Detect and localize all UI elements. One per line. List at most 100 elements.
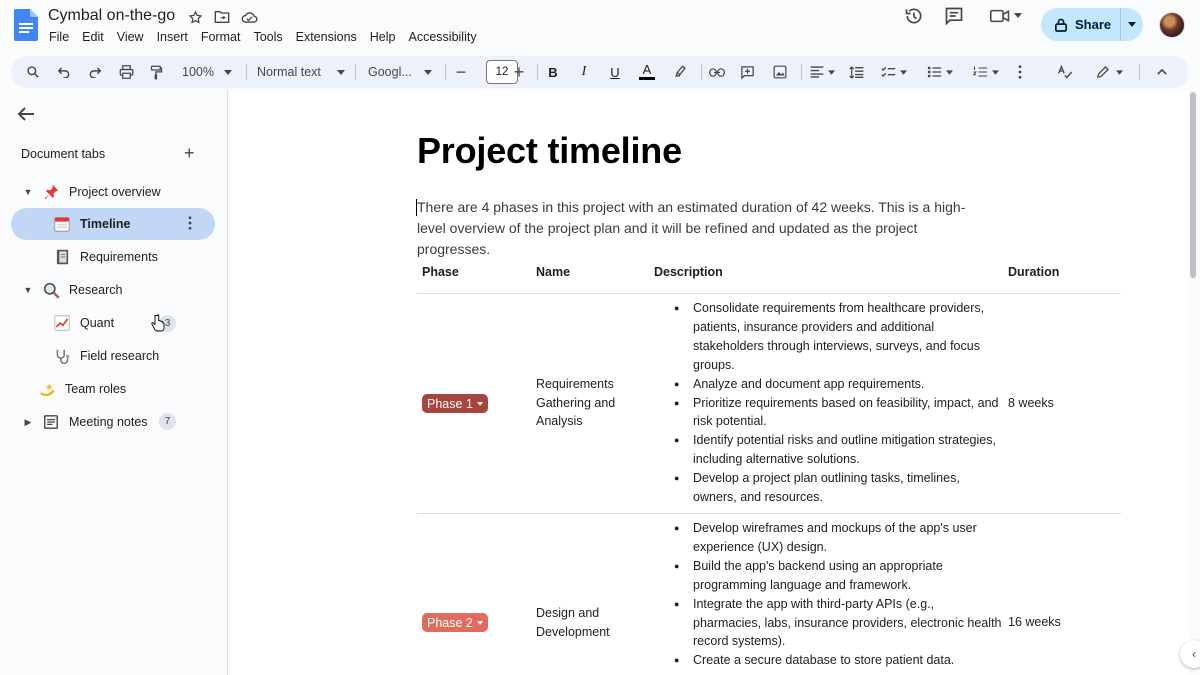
font-select[interactable]: Googl... [368, 56, 432, 88]
tab-label: Quant [80, 316, 115, 330]
spelling-check-icon[interactable] [1055, 56, 1075, 88]
chevron-down-icon [476, 620, 483, 625]
bold-icon[interactable]: B [545, 56, 561, 88]
cloud-status-icon[interactable] [240, 8, 258, 26]
insert-link-icon[interactable] [708, 56, 726, 88]
italic-icon[interactable]: I [576, 56, 592, 88]
list-item: Consolidate requirements from healthcare… [672, 299, 1002, 375]
checklist-select[interactable] [877, 56, 911, 88]
menu-extensions[interactable]: Extensions [296, 30, 357, 44]
chevron-down-icon [424, 69, 432, 75]
font-value: Googl... [368, 65, 412, 79]
expand-caret-icon[interactable]: ▼ [22, 187, 34, 197]
comment-count-badge: 7 [159, 413, 176, 430]
move-folder-icon[interactable] [213, 8, 231, 26]
zoom-select[interactable]: 100% [177, 56, 237, 88]
line-spacing-icon[interactable] [847, 56, 865, 88]
tab-requirements[interactable]: Requirements [53, 241, 158, 273]
column-header-name: Name [536, 265, 571, 279]
tab-label: Team roles [65, 382, 127, 396]
phase-chip-label: Phase 1 [427, 396, 473, 411]
page-title: Project timeline [417, 130, 682, 171]
document-tabs-title: Document tabs [21, 147, 106, 161]
mouse-cursor-icon [151, 314, 165, 332]
tab-label: Timeline [80, 217, 131, 231]
meet-icon[interactable] [986, 0, 1026, 32]
menu-accessibility[interactable]: Accessibility [409, 30, 477, 44]
paint-format-icon[interactable] [146, 56, 166, 88]
table-cell-name: Design and Development [536, 606, 610, 639]
divider [701, 64, 702, 80]
search-menus-icon[interactable] [23, 56, 43, 88]
avatar[interactable] [1159, 12, 1185, 38]
divider [1139, 64, 1140, 80]
expand-caret-icon[interactable]: ▶ [22, 417, 34, 428]
undo-icon[interactable] [54, 56, 74, 88]
menu-file[interactable]: File [49, 30, 69, 44]
increase-font-size-icon[interactable]: + [511, 56, 527, 88]
underline-icon[interactable]: U [607, 56, 623, 88]
star-icon[interactable] [186, 8, 204, 26]
menu-help[interactable]: Help [370, 30, 396, 44]
list-item: Develop wireframes and mockups of the ap… [672, 519, 1002, 557]
pencil-icon [1096, 66, 1109, 78]
chevron-down-icon [1014, 13, 1022, 18]
tab-research[interactable]: ▼ Research [22, 274, 123, 306]
more-options-icon[interactable] [1013, 56, 1027, 88]
text-color-icon[interactable]: A [638, 56, 656, 88]
list-item: Identify potential risks and outline mit… [672, 431, 1002, 469]
tab-label: Requirements [80, 250, 158, 264]
print-icon[interactable] [116, 56, 136, 88]
back-arrow-icon[interactable] [16, 104, 36, 124]
tab-label: Research [69, 283, 123, 297]
insert-image-icon[interactable] [771, 56, 789, 88]
column-header-description: Description [654, 265, 723, 279]
paragraph-style-value: Normal text [257, 65, 321, 79]
highlight-color-icon[interactable] [671, 56, 689, 88]
share-button[interactable]: Share [1041, 8, 1143, 41]
chevron-down-icon [1115, 69, 1123, 75]
decrease-font-size-icon[interactable]: − [453, 56, 469, 88]
collapse-panel-icon[interactable]: ‹ [1180, 640, 1200, 668]
numbered-list-select[interactable] [969, 56, 1003, 88]
menu-tools[interactable]: Tools [253, 30, 282, 44]
phase-chip[interactable]: Phase 1 [422, 394, 488, 413]
menu-format[interactable]: Format [201, 30, 241, 44]
tab-meeting-notes[interactable]: ▶ Meeting notes [22, 406, 148, 438]
redo-icon[interactable] [85, 56, 105, 88]
notebook-icon [53, 248, 71, 266]
tab-label: Field research [80, 349, 160, 363]
editing-mode-select[interactable] [1091, 56, 1127, 88]
add-comment-icon[interactable] [738, 56, 756, 88]
tab-project-overview[interactable]: ▼ Project overview [22, 176, 161, 208]
hide-menus-icon[interactable] [1154, 56, 1170, 88]
phase-chip[interactable]: Phase 2 [422, 613, 488, 632]
tab-team-roles[interactable]: Team roles [38, 373, 126, 405]
table-divider [417, 513, 1121, 514]
pushpin-icon [42, 183, 60, 201]
align-select[interactable] [808, 56, 836, 88]
menu-view[interactable]: View [117, 30, 144, 44]
tab-options-icon[interactable] [188, 216, 192, 233]
document-title[interactable]: Cymbal on-the-go [48, 7, 175, 25]
divider [355, 64, 356, 80]
expand-caret-icon[interactable]: ▼ [22, 285, 34, 295]
comments-icon[interactable] [940, 0, 968, 32]
paragraph-style-select[interactable]: Normal text [257, 56, 345, 88]
bulleted-list-select[interactable] [923, 56, 957, 88]
menu-edit[interactable]: Edit [82, 30, 104, 44]
tab-timeline[interactable]: Timeline [11, 208, 215, 240]
version-history-icon[interactable] [900, 0, 928, 32]
vertical-scrollbar[interactable] [1190, 92, 1196, 278]
share-dropdown-icon[interactable] [1121, 22, 1143, 27]
menu-insert[interactable]: Insert [157, 30, 188, 44]
tab-label: Meeting notes [69, 415, 148, 429]
column-header-phase: Phase [422, 265, 459, 279]
docs-logo-icon[interactable] [14, 9, 38, 41]
list-item: Integrate the app with third-party APIs … [672, 595, 1002, 652]
list-item: Create a secure database to store patien… [672, 651, 1002, 670]
bulleted-list-icon [927, 66, 942, 78]
add-tab-icon[interactable]: + [184, 144, 195, 162]
tab-quant[interactable]: Quant [53, 307, 114, 339]
tab-field-research[interactable]: Field research [53, 340, 159, 372]
